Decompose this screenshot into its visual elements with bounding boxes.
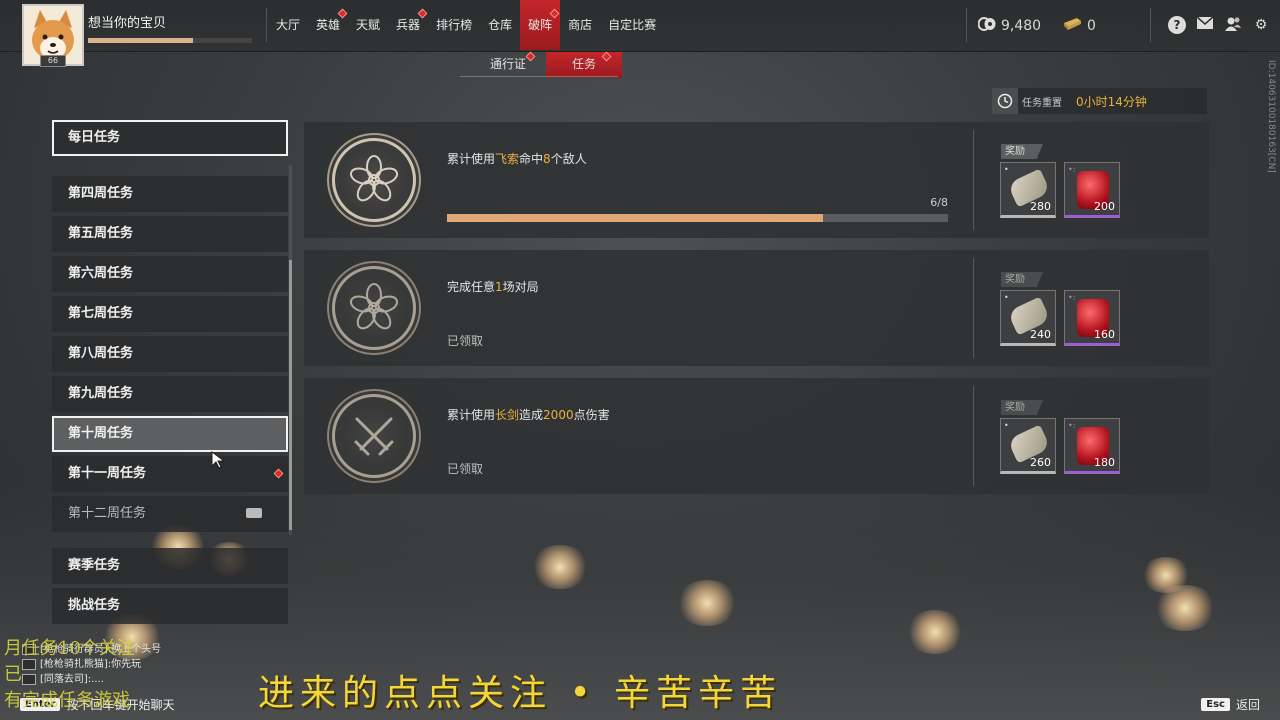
esc-key: Esc [1201, 698, 1230, 711]
task-card[interactable]: 累计使用飞索命中8个敌人 6/8 奖励 • 280 •: 200 [304, 122, 1209, 238]
task-category-item[interactable]: 第六周任务 [52, 256, 288, 292]
divider [966, 8, 967, 42]
lantern-light [1152, 585, 1218, 631]
task-category-item[interactable]: 第九周任务 [52, 376, 288, 412]
subtab-underline [460, 76, 618, 77]
level-badge: 66 [40, 55, 66, 67]
claimed-status: 已领取 [447, 334, 484, 348]
reward-item-scroll[interactable]: • 260 [1000, 418, 1056, 474]
nav-tab[interactable]: 英雄 [308, 0, 348, 50]
stream-overlay-text: 月任务10个关注 已 有完成任务游戏 [4, 638, 135, 711]
notification-badge-icon [417, 8, 428, 19]
progress-bar [447, 214, 948, 222]
notification-badge-icon [273, 468, 284, 479]
notification-badge-icon [601, 51, 612, 62]
gold-ingot-icon [1062, 17, 1082, 35]
divider [973, 258, 974, 358]
task-description: 累计使用长剑造成2000点伤害 [447, 408, 610, 422]
gold-balance: 0 [1062, 17, 1096, 35]
rarity-dot-icon: • [1004, 421, 1009, 430]
reward-item-gem[interactable]: •: 160 [1064, 290, 1120, 346]
task-category-item[interactable]: 第十二周任务 [52, 496, 288, 532]
divider [266, 8, 267, 42]
task-category-item[interactable]: 每日任务 [52, 120, 288, 156]
top-icons: ? ⚙ [1168, 16, 1270, 34]
claimed-status: 已领取 [447, 462, 484, 476]
help-icon[interactable]: ? [1168, 16, 1186, 34]
rarity-dot-icon: • [1004, 165, 1009, 174]
mail-icon[interactable] [1196, 16, 1214, 34]
reward-label: 奖励 [1001, 400, 1043, 415]
nav-tab[interactable]: 自定比赛 [600, 0, 664, 50]
clock-icon [992, 88, 1018, 114]
scrollbar-thumb[interactable] [289, 260, 292, 530]
coin-icon [977, 17, 996, 35]
mouse-cursor-icon [211, 451, 226, 469]
task-category-item[interactable]: 第五周任务 [52, 216, 288, 252]
reset-label: 任务重置 [1022, 97, 1062, 109]
lantern-light [905, 610, 965, 654]
nav-tab[interactable]: 仓库 [480, 0, 520, 50]
coin-amount: 9,480 [1001, 18, 1042, 34]
task-card[interactable]: 完成任意1场对局 已领取 奖励 • 240 •: 160 [304, 250, 1209, 366]
player-id-text: ID:1406310018016​3[CN] [1266, 60, 1276, 173]
locked-icon [246, 508, 262, 518]
task-description: 完成任意1场对局 [447, 280, 539, 294]
rarity-dot-icon: •: [1068, 293, 1076, 302]
player-name: 想当你的宝贝 [88, 16, 167, 31]
reward-item-gem[interactable]: •: 180 [1064, 418, 1120, 474]
coin-balance: 9,480 [977, 17, 1042, 35]
rarity-dot-icon: •: [1068, 421, 1076, 430]
main-nav: 大厅 英雄 天赋 兵器 排行榜 仓库 破阵 商店 自定比赛 [268, 0, 664, 50]
settings-gear-icon[interactable]: ⚙ [1252, 16, 1270, 34]
lantern-light [530, 545, 590, 589]
nav-tab[interactable]: 破阵 [520, 0, 561, 50]
divider [973, 130, 974, 230]
nav-tab[interactable]: 大厅 [268, 0, 308, 50]
task-card[interactable]: 累计使用长剑造成2000点伤害 已领取 奖励 • 260 •: 180 [304, 378, 1209, 494]
rarity-dot-icon: • [1004, 293, 1009, 302]
back-label: 返回 [1235, 698, 1260, 712]
task-category-item[interactable]: 挑战任务 [52, 588, 288, 624]
task-category-item[interactable]: 赛季任务 [52, 548, 288, 584]
back-button[interactable]: Esc 返回 [1201, 696, 1260, 713]
reward-label: 奖励 [1001, 272, 1043, 287]
nav-tab[interactable]: 天赋 [348, 0, 388, 50]
progress-count: 6/8 [930, 196, 948, 209]
sub-tabs: 通行证 任务 [470, 51, 622, 78]
top-bar: 66 想当你的宝贝 大厅 英雄 天赋 兵器 排行榜 仓库 破阵 商店 自定比赛 9,480 0 … [0, 0, 1280, 67]
cherry-blossom-icon [332, 266, 416, 350]
task-category-item[interactable]: 第十一周任务 [52, 456, 288, 492]
rarity-dot-icon: •: [1068, 165, 1076, 174]
reward-item-scroll[interactable]: • 280 [1000, 162, 1056, 218]
notification-badge-icon [525, 51, 536, 62]
task-category-item[interactable]: 第十周任务 [52, 416, 288, 452]
subtab[interactable]: 通行证 [470, 51, 546, 78]
subtab[interactable]: 任务 [546, 51, 622, 78]
divider [1150, 8, 1151, 42]
reset-time: 0小时14分钟 [1076, 94, 1147, 109]
task-category-item[interactable]: 第八周任务 [52, 336, 288, 372]
divider [973, 386, 974, 486]
nav-tab[interactable]: 兵器 [388, 0, 428, 50]
lantern-light [675, 580, 739, 626]
exp-bar [88, 38, 252, 43]
notification-badge-icon [337, 8, 348, 19]
reward-label: 奖励 [1001, 144, 1043, 159]
nav-tab[interactable]: 排行榜 [428, 0, 480, 50]
notification-badge-icon [549, 8, 560, 19]
reward-item-gem[interactable]: •: 200 [1064, 162, 1120, 218]
crossed-swords-icon [332, 394, 416, 478]
task-reset-timer: 任务重置 0小时14分钟 [992, 88, 1207, 114]
task-description: 累计使用飞索命中8个敌人 [447, 152, 587, 166]
gold-amount: 0 [1087, 18, 1096, 34]
task-category-item[interactable]: 第七周任务 [52, 296, 288, 332]
reward-item-scroll[interactable]: • 240 [1000, 290, 1056, 346]
friends-icon[interactable] [1224, 16, 1242, 34]
task-category-item[interactable]: 第四周任务 [52, 176, 288, 212]
stream-banner: 进来的点点关注 • 辛苦辛苦 [258, 673, 783, 714]
cherry-blossom-icon [332, 138, 416, 222]
nav-tab[interactable]: 商店 [560, 0, 600, 50]
